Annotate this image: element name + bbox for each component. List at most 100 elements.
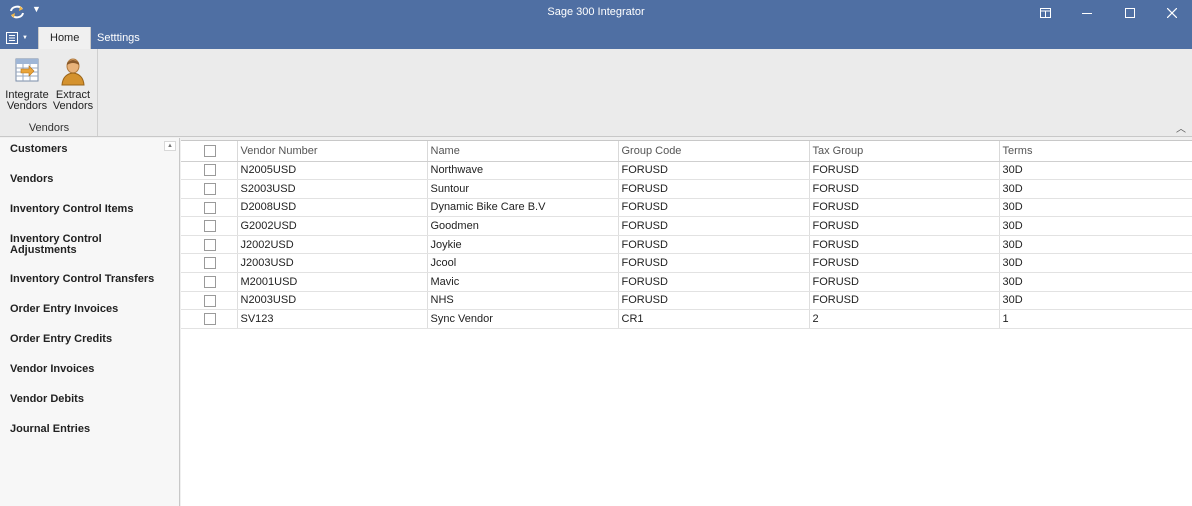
minimize-icon [1082,12,1092,14]
cell-vendor-number[interactable]: M2001USD [237,272,428,292]
cell-terms[interactable]: 1 [999,309,1192,329]
table-row[interactable]: N2005USD Northwave FORUSD FORUSD 30D [181,161,1192,181]
row-select-cell [181,272,238,292]
sidebar-item-customers[interactable]: Customers [10,144,165,155]
cell-vendor-number[interactable]: J2002USD [237,235,428,255]
cell-tax-group[interactable]: FORUSD [809,253,1000,274]
tab-home[interactable]: Home [38,27,92,49]
table-row[interactable]: G2002USD Goodmen FORUSD FORUSD 30D [181,216,1192,236]
cell-vendor-number[interactable]: SV123 [237,309,428,329]
cell-vendor-number[interactable]: N2005USD [237,161,428,181]
cell-group-code[interactable]: FORUSD [618,179,810,199]
sidebar-item-inventory-control-adjustments[interactable]: Inventory Control Adjustments [10,234,130,256]
row-checkbox[interactable] [204,164,216,177]
cell-name[interactable]: Northwave [427,161,619,181]
cell-vendor-number[interactable]: S2003USD [237,179,428,199]
integrate-vendors-button[interactable]: Integrate Vendors [4,55,50,112]
cell-group-code[interactable]: CR1 [618,309,810,329]
column-header-tax-group[interactable]: Tax Group [809,141,1000,162]
cell-terms[interactable]: 30D [999,291,1192,311]
row-checkbox[interactable] [204,220,216,233]
cell-terms[interactable]: 30D [999,198,1192,218]
table-row[interactable]: D2008USD Dynamic Bike Care B.V FORUSD FO… [181,198,1192,218]
vendor-table: Vendor Number Name Group Code Tax Group … [181,141,1192,329]
row-checkbox[interactable] [204,257,216,270]
sidebar-item-order-entry-invoices[interactable]: Order Entry Invoices [10,304,165,315]
table-row[interactable]: J2002USD Joykie FORUSD FORUSD 30D [181,235,1192,255]
cell-name[interactable]: Mavic [427,272,619,292]
table-row[interactable]: N2003USD NHS FORUSD FORUSD 30D [181,291,1192,311]
cell-terms[interactable]: 30D [999,179,1192,199]
cell-group-code[interactable]: FORUSD [618,291,810,311]
column-header-terms[interactable]: Terms [999,141,1192,162]
sidebar-item-journal-entries[interactable]: Journal Entries [10,424,165,435]
row-checkbox[interactable] [204,201,216,214]
cell-tax-group[interactable]: FORUSD [809,216,1000,236]
cell-terms[interactable]: 30D [999,253,1192,274]
table-row[interactable]: J2003USD Jcool FORUSD FORUSD 30D [181,253,1192,274]
chevron-up-icon[interactable]: ︿ [1176,120,1186,135]
cell-vendor-number[interactable]: N2003USD [237,291,428,311]
cell-name[interactable]: Dynamic Bike Care B.V [427,198,619,218]
table-row[interactable]: SV123 Sync Vendor CR1 2 1 [181,309,1192,329]
close-icon [1167,7,1177,18]
cell-group-code[interactable]: FORUSD [618,235,810,255]
application-menu-button[interactable]: ▼ [6,29,34,46]
cell-tax-group[interactable]: FORUSD [809,235,1000,255]
cell-name[interactable]: Suntour [427,179,619,199]
cell-tax-group[interactable]: FORUSD [809,291,1000,311]
row-select-cell [181,161,238,181]
cell-vendor-number[interactable]: D2008USD [237,198,428,218]
cell-vendor-number[interactable]: J2003USD [237,253,428,274]
cell-tax-group[interactable]: 2 [809,309,1000,329]
cell-name[interactable]: NHS [427,291,619,311]
maximize-button[interactable] [1110,0,1150,25]
row-select-cell [181,253,238,274]
minimize-button[interactable] [1067,0,1107,25]
cell-group-code[interactable]: FORUSD [618,216,810,236]
cell-name[interactable]: Goodmen [427,216,619,236]
table-row[interactable]: S2003USD Suntour FORUSD FORUSD 30D [181,179,1192,199]
cell-group-code[interactable]: FORUSD [618,253,810,274]
maximize-icon [1125,7,1135,18]
sidebar-item-inventory-control-transfers[interactable]: Inventory Control Transfers [10,274,165,285]
row-checkbox[interactable] [204,294,216,307]
sidebar-item-vendors[interactable]: Vendors [10,174,165,185]
scroll-up-button[interactable]: ▲ [164,141,176,151]
sidebar-item-inventory-control-items[interactable]: Inventory Control Items [10,204,165,215]
row-select-cell [181,216,238,236]
column-header-name[interactable]: Name [427,141,619,162]
cell-group-code[interactable]: FORUSD [618,161,810,181]
ribbon-group-vendors: Integrate Vendors Extract Vendors Vendor… [0,49,98,136]
select-all-checkbox[interactable] [204,144,216,157]
row-checkbox[interactable] [204,275,216,288]
row-checkbox[interactable] [204,238,216,251]
row-checkbox[interactable] [204,182,216,195]
cell-group-code[interactable]: FORUSD [618,272,810,292]
cell-terms[interactable]: 30D [999,272,1192,292]
cell-group-code[interactable]: FORUSD [618,198,810,218]
sidebar-item-vendor-invoices[interactable]: Vendor Invoices [10,364,165,375]
cell-terms[interactable]: 30D [999,235,1192,255]
close-button[interactable] [1152,0,1192,25]
sidebar-item-order-entry-credits[interactable]: Order Entry Credits [10,334,165,345]
restore-window-button[interactable] [1025,0,1065,25]
row-select-cell [181,309,238,329]
row-checkbox[interactable] [204,313,216,326]
cell-tax-group[interactable]: FORUSD [809,179,1000,199]
extract-vendors-button[interactable]: Extract Vendors [50,55,96,112]
cell-name[interactable]: Jcool [427,253,619,274]
cell-tax-group[interactable]: FORUSD [809,272,1000,292]
cell-name[interactable]: Joykie [427,235,619,255]
cell-tax-group[interactable]: FORUSD [809,161,1000,181]
cell-terms[interactable]: 30D [999,216,1192,236]
cell-name[interactable]: Sync Vendor [427,309,619,329]
sidebar-item-vendor-debits[interactable]: Vendor Debits [10,394,165,405]
tab-settings[interactable]: Setttings [86,27,151,49]
cell-tax-group[interactable]: FORUSD [809,198,1000,218]
column-header-group-code[interactable]: Group Code [618,141,810,162]
cell-vendor-number[interactable]: G2002USD [237,216,428,236]
cell-terms[interactable]: 30D [999,161,1192,181]
table-row[interactable]: M2001USD Mavic FORUSD FORUSD 30D [181,272,1192,292]
column-header-vendor-number[interactable]: Vendor Number [237,141,428,162]
